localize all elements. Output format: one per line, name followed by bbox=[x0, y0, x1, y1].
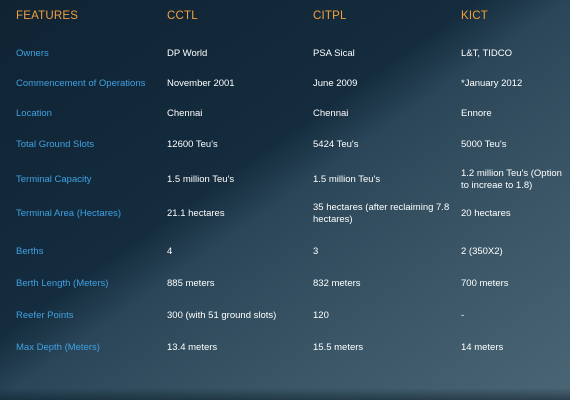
feature-label: Commencement of Operations bbox=[16, 78, 146, 89]
cctl-value: 300 (with 51 ground slots) bbox=[167, 310, 277, 321]
kict-value: *January 2012 bbox=[461, 78, 523, 89]
citpl-value: Chennai bbox=[313, 108, 349, 119]
citpl-value: 3 bbox=[313, 246, 319, 257]
cctl-value: 885 meters bbox=[167, 278, 215, 289]
kict-value: L&T, TIDCO bbox=[461, 48, 513, 59]
cctl-value: 13.4 meters bbox=[167, 342, 218, 353]
cctl-value: 4 bbox=[167, 246, 173, 257]
kict-value: 700 meters bbox=[461, 278, 509, 289]
feature-label: Berths bbox=[16, 246, 44, 257]
kict-value: 14 meters bbox=[461, 342, 504, 353]
cctl-value: 1.5 million Teu's bbox=[167, 174, 235, 185]
header-citpl: CITPL bbox=[313, 10, 347, 22]
citpl-value: 35 hectares (after reclaiming 7.8 hectar… bbox=[313, 202, 450, 225]
citpl-value: PSA Sical bbox=[313, 48, 355, 59]
header-features: FEATURES bbox=[16, 10, 79, 22]
feature-label: Terminal Capacity bbox=[16, 174, 92, 185]
feature-label: Location bbox=[16, 108, 52, 119]
feature-label: Max Depth (Meters) bbox=[16, 342, 100, 353]
feature-label: Reefer Points bbox=[16, 310, 74, 321]
feature-label: Owners bbox=[16, 48, 49, 59]
comparison-table: FEATURES CCTL CITPL KICT Owners DP World… bbox=[0, 0, 570, 400]
kict-value: 2 (350X2) bbox=[461, 246, 503, 257]
header-kict: KICT bbox=[461, 10, 488, 22]
cctl-value: Chennai bbox=[167, 108, 203, 119]
feature-label: Total Ground Slots bbox=[16, 139, 95, 150]
cctl-value: November 2001 bbox=[167, 78, 235, 89]
citpl-value: 1.5 million Teu's bbox=[313, 174, 381, 185]
citpl-value: 120 bbox=[313, 310, 329, 321]
citpl-value: 5424 Teu's bbox=[313, 139, 359, 150]
kict-value: - bbox=[461, 310, 465, 321]
kict-value: 5000 Teu's bbox=[461, 139, 507, 150]
header-cctl: CCTL bbox=[167, 10, 198, 22]
kict-value: Ennore bbox=[461, 108, 492, 119]
cctl-value: DP World bbox=[167, 48, 208, 59]
cctl-value: 12600 Teu's bbox=[167, 139, 218, 150]
citpl-value: 832 meters bbox=[313, 278, 361, 289]
bottom-shade bbox=[0, 388, 570, 400]
citpl-value: June 2009 bbox=[313, 78, 358, 89]
kict-value: 1.2 million Teu's (Option to increae to … bbox=[461, 168, 562, 191]
kict-value: 20 hectares bbox=[461, 208, 511, 219]
cctl-value: 21.1 hectares bbox=[167, 208, 225, 219]
citpl-value: 15.5 meters bbox=[313, 342, 364, 353]
feature-label: Berth Length (Meters) bbox=[16, 278, 109, 289]
feature-label: Terminal Area (Hectares) bbox=[16, 208, 122, 219]
